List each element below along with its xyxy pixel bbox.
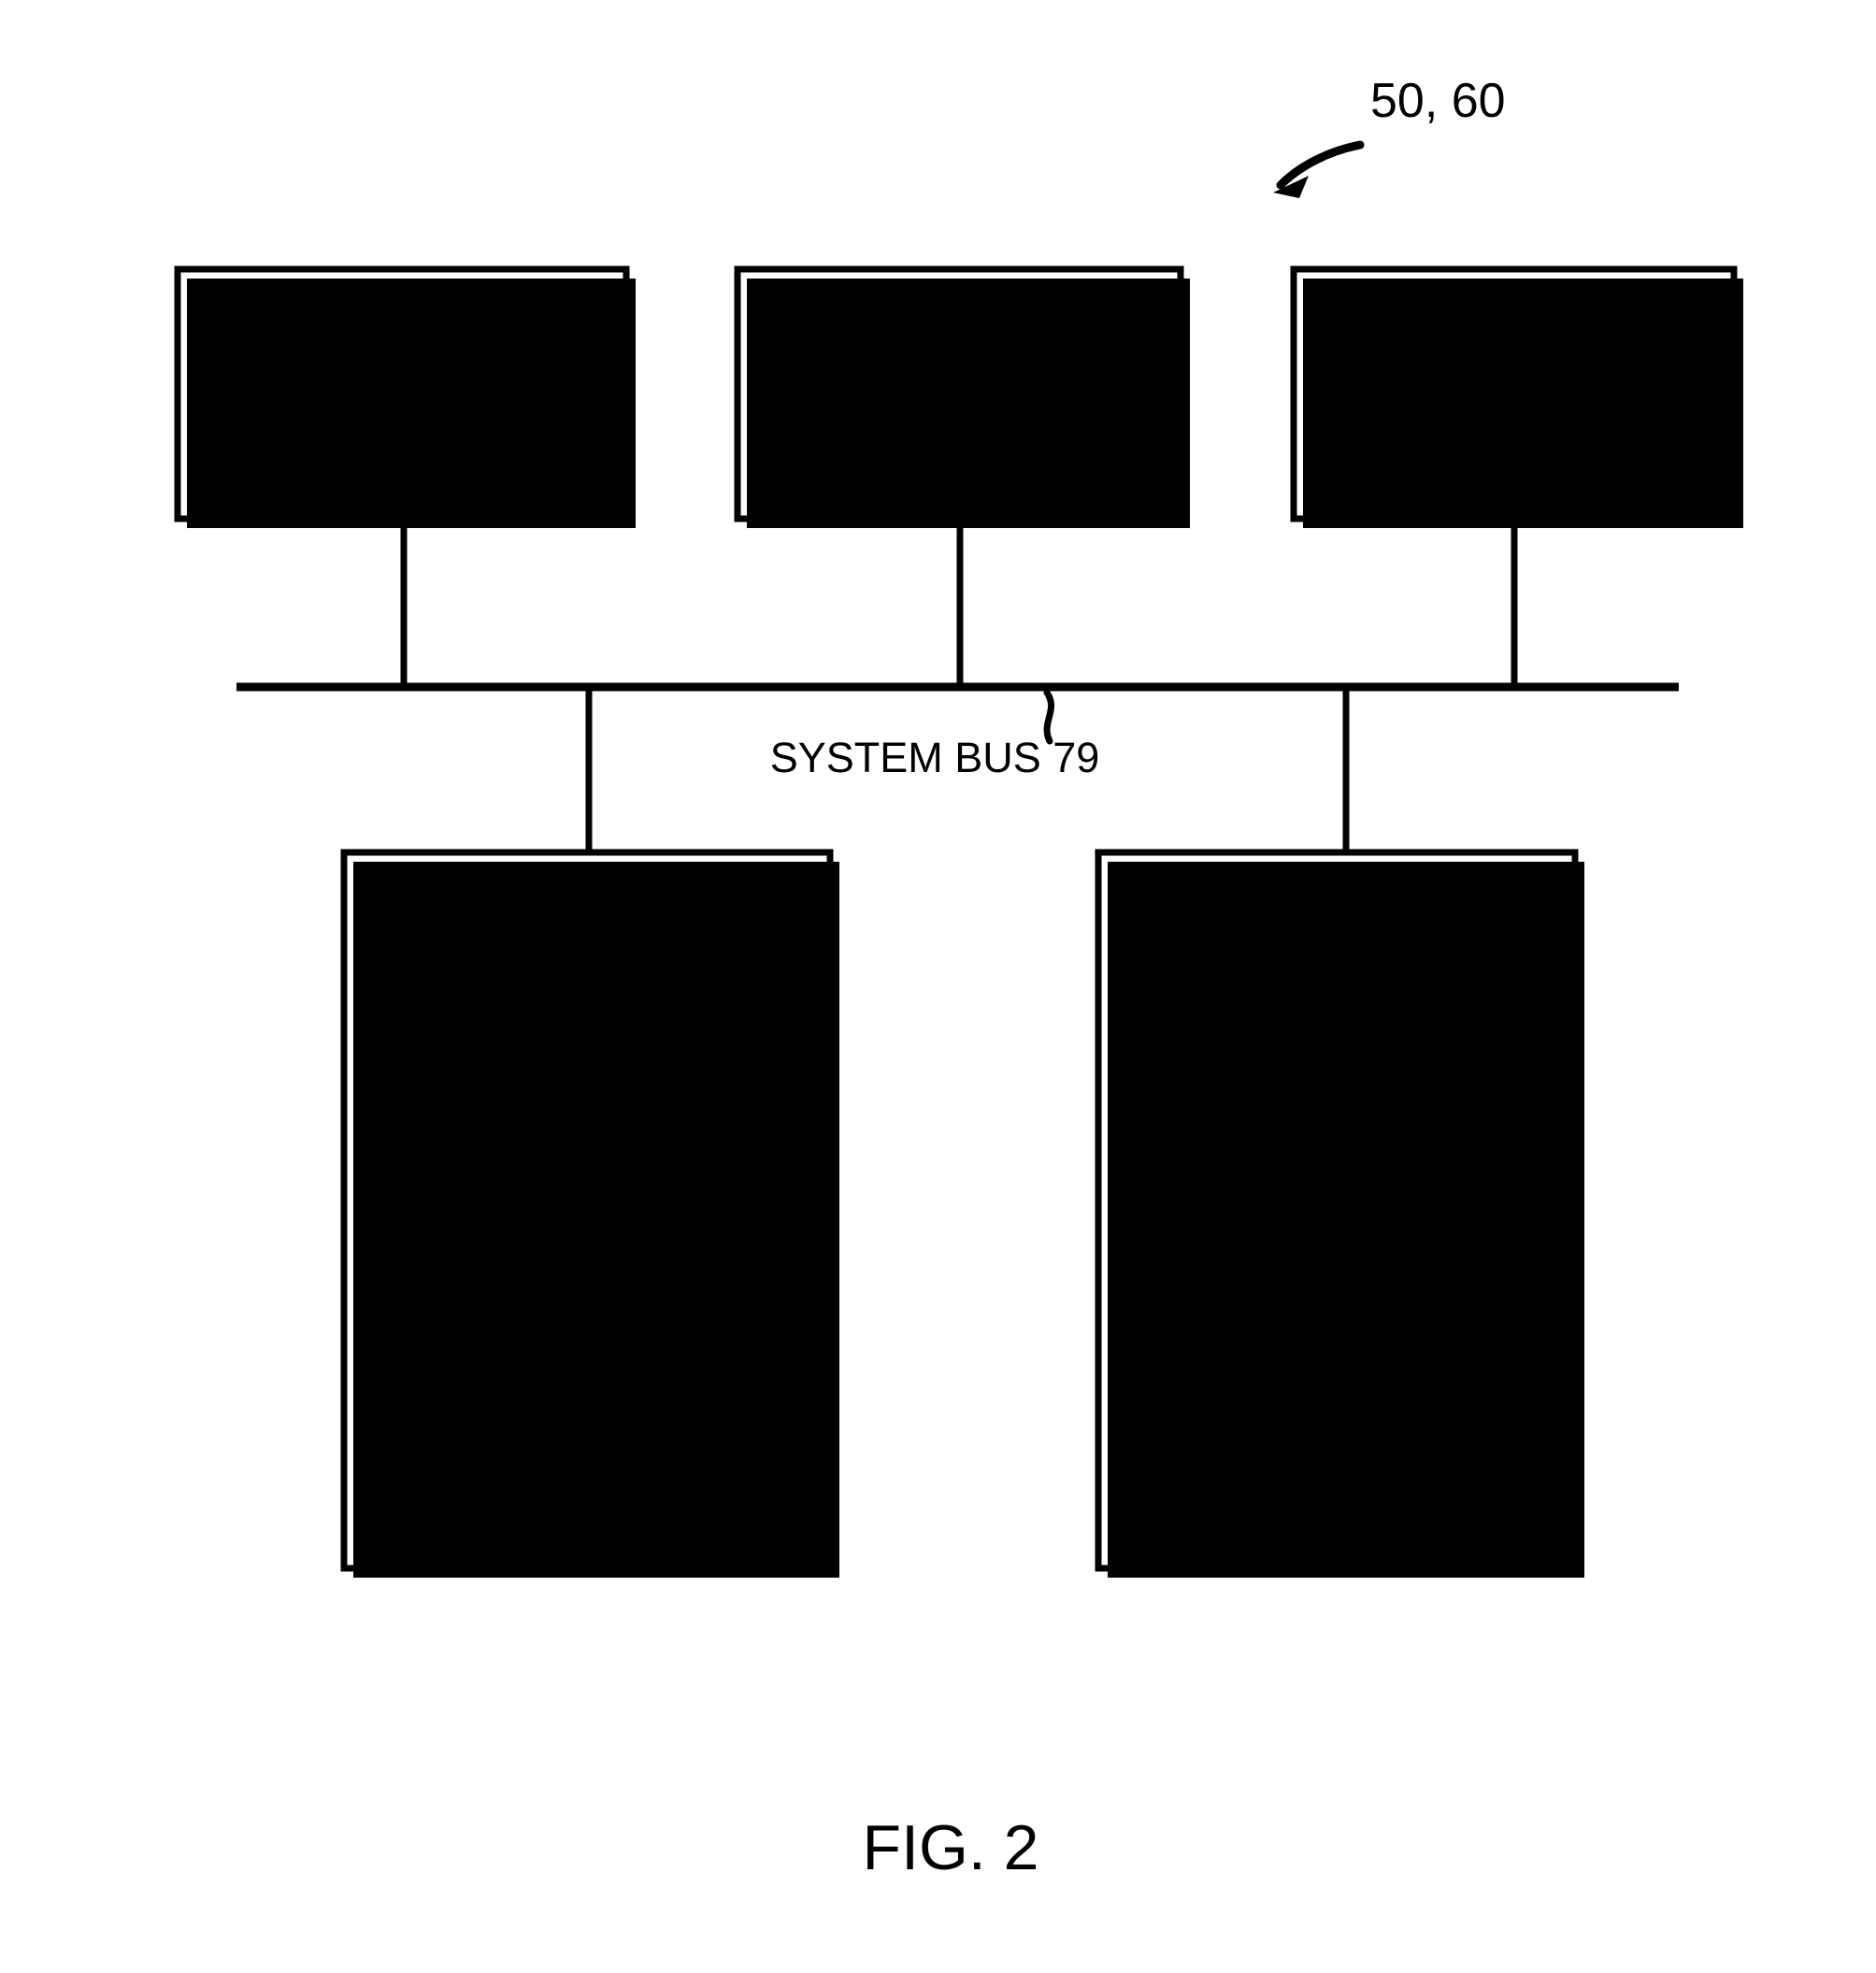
- cpu-box-label-line-2: PROCESSOR: [824, 332, 1094, 379]
- network-box-number: 86: [1490, 410, 1537, 458]
- reference-numeral-callout: 50, 60: [1273, 74, 1506, 198]
- routine-box-title: ROUTINE: [495, 1035, 685, 1082]
- disk-storage-box-number: 95: [1315, 935, 1362, 982]
- reference-numeral-text: 50, 60: [1370, 74, 1506, 128]
- block-routine[interactable]: ROUTINE 92: [384, 998, 802, 1194]
- patent-figure-page: 50, 60 I/O DEVICES INTERFACE 82 CENTRAL …: [0, 0, 1876, 1973]
- disk-storage-box-title: DISK STORAGE: [1181, 881, 1497, 929]
- block-os-program[interactable]: OS PROGRAM 92: [1129, 998, 1547, 1194]
- memory-box-title: MEMORY: [494, 881, 683, 929]
- disk-data-number: 94: [1313, 1370, 1360, 1418]
- cpu-box-label-line-1: CENTRAL: [861, 282, 1057, 330]
- cpu-box-number: 84: [936, 435, 982, 482]
- io-box-label-line-2: INTERFACE: [284, 362, 521, 409]
- os-program-box-title: OS PROGRAM: [1190, 1035, 1480, 1082]
- io-box-number: 82: [379, 415, 425, 463]
- routine-box-number: 92: [566, 1088, 613, 1136]
- system-bus: SYSTEM BUS 79: [236, 682, 1679, 781]
- os-program-box-number: 92: [1311, 1088, 1358, 1136]
- block-io-devices-interface[interactable]: I/O DEVICES INTERFACE 82: [174, 265, 636, 528]
- memory-box-number: 90: [566, 935, 612, 982]
- network-box-label-line-2: INTERFACE: [1396, 357, 1632, 405]
- cpu-box-label-line-3: UNIT: [910, 381, 1009, 429]
- callout-arrow-curve: [1276, 140, 1365, 190]
- figure-2-block-diagram: 50, 60 I/O DEVICES INTERFACE 82 CENTRAL …: [174, 74, 1743, 1883]
- io-box-label-line-1: I/O DEVICES: [276, 312, 528, 360]
- network-box-label-line-1: NETWORK: [1406, 307, 1621, 355]
- block-memory[interactable]: MEMORY 90 ROUTINE 92 DATA 94: [340, 849, 839, 1578]
- block-central-processor-unit[interactable]: CENTRAL PROCESSOR UNIT 84: [734, 265, 1190, 528]
- system-bus-label: SYSTEM BUS 79: [770, 734, 1100, 781]
- block-network-interface[interactable]: NETWORK INTERFACE 86: [1290, 265, 1743, 528]
- figure-caption: FIG. 2: [863, 1812, 1039, 1883]
- block-disk-storage[interactable]: DISK STORAGE 95 OS PROGRAM 92 DATA 94: [1095, 849, 1584, 1578]
- disk-data-title: DATA: [1283, 1317, 1389, 1365]
- memory-data-number: 94: [568, 1370, 615, 1418]
- memory-data-title: DATA: [538, 1317, 644, 1365]
